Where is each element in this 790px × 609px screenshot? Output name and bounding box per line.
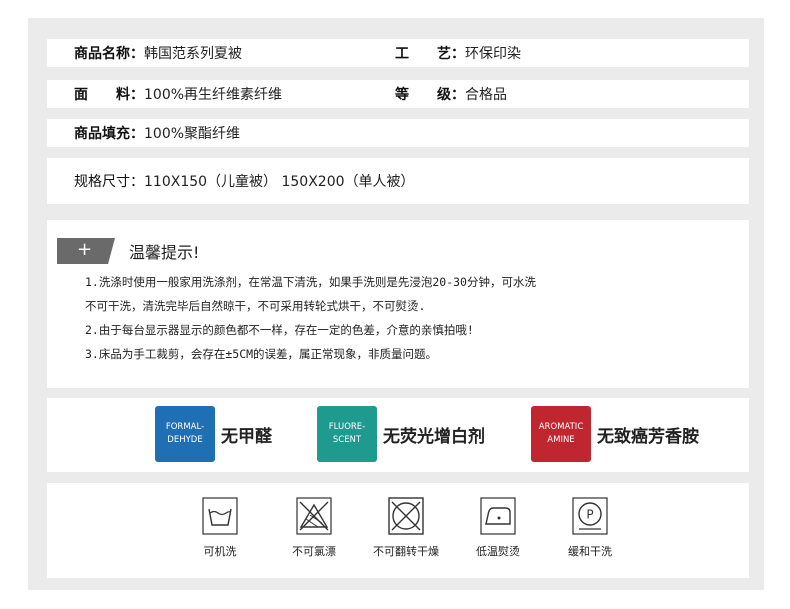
spec-fabric: 面 料： 100%再生纤维素纤维 [74, 84, 282, 104]
tips-line: 不可干洗，清洗完毕后自然晾干，不可采用转轮式烘干，不可熨烫. [85, 299, 426, 313]
spec-name-value: 韩国范系列夏被 [144, 46, 242, 62]
care-machine-wash: 可机洗 [175, 497, 265, 559]
spec-size-label: 规格尺寸： [74, 174, 144, 190]
spec-craft-value: 环保印染 [465, 46, 521, 62]
spec-row-name: 商品名称： 韩国范系列夏被 工 艺： 环保印染 [47, 39, 749, 67]
spec-row-filling: 商品填充： 100%聚酯纤维 [47, 119, 749, 147]
tips-header: + 温馨提示! [57, 238, 199, 264]
spec-grade: 等 级： 合格品 [395, 84, 507, 104]
formaldehyde-badge-icon: FORMAL- DEHYDE [155, 406, 215, 462]
spec-craft-label: 工 艺： [395, 46, 465, 62]
care-low-iron: 低温熨烫 [453, 497, 543, 559]
tips-body: 1.洗涤时使用一般家用洗涤剂，在常温下清洗，如果手洗则是先浸泡20-30分钟，可… [85, 270, 725, 366]
spec-size: 规格尺寸： 110X150（儿童被） 150X200（单人被） [74, 171, 415, 191]
care-label: 不可翻转干燥 [373, 545, 439, 558]
tips-panel: + 温馨提示! 1.洗涤时使用一般家用洗涤剂，在常温下清洗，如果手洗则是先浸泡2… [47, 220, 749, 388]
spec-name: 商品名称： 韩国范系列夏被 [74, 43, 242, 63]
tips-line: 2.由于每台显示器显示的颜色都不一样，存在一定的色差，介意的亲慎拍哦! [85, 323, 474, 337]
spec-fabric-label: 面 料： [74, 87, 144, 103]
features-panel: FORMAL- DEHYDE 无甲醛 FLUORE- SCENT 无荧光增白剂 AR… [47, 398, 749, 472]
spec-fabric-value: 100%再生纤维素纤维 [144, 87, 283, 103]
spec-size-value: 110X150（儿童被） 150X200（单人被） [144, 174, 415, 190]
care-label: 不可氯漂 [292, 545, 336, 558]
machine-wash-icon [202, 497, 238, 535]
care-label: 可机洗 [203, 545, 237, 558]
care-label: 低温熨烫 [476, 545, 520, 558]
spec-filling-label: 商品填充： [74, 126, 144, 142]
tips-tag: + [57, 238, 115, 264]
spec-craft: 工 艺： 环保印染 [395, 43, 521, 63]
gentle-dry-clean-icon: P [572, 497, 608, 535]
feature-label: 无致癌芳香胺 [597, 426, 699, 447]
tips-line: 1.洗涤时使用一般家用洗涤剂，在常温下清洗，如果手洗则是先浸泡20-30分钟，可… [85, 275, 536, 289]
care-no-bleach: 不可氯漂 [269, 497, 359, 559]
care-gentle-dry-clean: P 缓和干洗 [545, 497, 635, 559]
spec-name-label: 商品名称： [74, 46, 144, 62]
care-no-tumble-dry: 不可翻转干燥 [361, 497, 451, 559]
no-tumble-dry-icon [388, 497, 424, 535]
care-panel: 可机洗 不可氯漂 不可翻转干燥 低温熨烫 P 缓和干洗 [47, 483, 749, 578]
low-iron-icon [480, 497, 516, 535]
aromatic-amine-badge-icon: AROMATIC AMINE [531, 406, 591, 462]
spec-grade-value: 合格品 [465, 87, 507, 103]
feature-formaldehyde: FORMAL- DEHYDE 无甲醛 [155, 406, 272, 462]
spec-filling: 商品填充： 100%聚酯纤维 [74, 123, 240, 143]
feature-label: 无荧光增白剂 [383, 426, 485, 447]
no-bleach-icon [296, 497, 332, 535]
spec-row-fabric: 面 料： 100%再生纤维素纤维 等 级： 合格品 [47, 80, 749, 108]
feature-label: 无甲醛 [221, 426, 272, 447]
spec-grade-label: 等 级： [395, 87, 465, 103]
tips-line: 3.床品为手工裁剪，会存在±5CM的误差，属正常现象，非质量问题。 [85, 347, 438, 361]
svg-text:P: P [586, 508, 593, 522]
fluorescent-badge-icon: FLUORE- SCENT [317, 406, 377, 462]
tips-title: 温馨提示! [129, 243, 200, 262]
spec-row-size: 规格尺寸： 110X150（儿童被） 150X200（单人被） [47, 158, 749, 204]
care-label: 缓和干洗 [568, 545, 612, 558]
spec-filling-value: 100%聚酯纤维 [144, 126, 241, 142]
feature-fluorescent: FLUORE- SCENT 无荧光增白剂 [317, 406, 485, 462]
feature-aromatic-amine: AROMATIC AMINE 无致癌芳香胺 [531, 406, 699, 462]
